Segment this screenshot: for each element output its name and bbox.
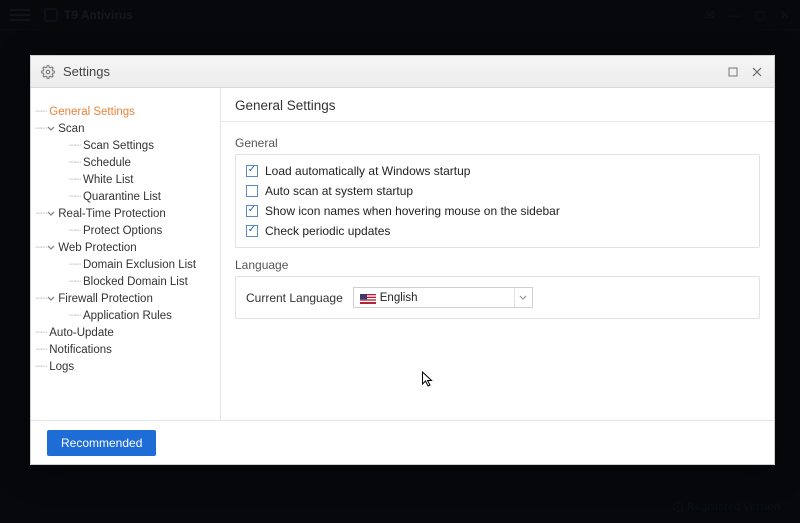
tree-node[interactable]: ┈┈Schedule [35, 155, 214, 170]
tree-node[interactable]: ┈┈Application Rules [35, 308, 214, 323]
recommended-button[interactable]: Recommended [47, 430, 156, 456]
tree-node-label: Firewall Protection [55, 293, 153, 305]
general-group: General Load automatically at Windows st… [235, 136, 760, 248]
checkbox-row: Load automatically at Windows startup [246, 161, 749, 181]
language-dropdown[interactable]: English [353, 287, 533, 308]
tree-node[interactable]: ┈┈Quarantine List [35, 189, 214, 204]
language-group-title: Language [235, 258, 760, 276]
modal-close-button[interactable] [750, 65, 764, 79]
tree-node[interactable]: ┈┈Notifications [35, 342, 214, 357]
tree-node-label: Schedule [80, 157, 131, 169]
tree-node-label: Domain Exclusion List [80, 259, 196, 271]
tree-node[interactable]: ┈┈Scan [35, 121, 214, 136]
tree-node-label: Quarantine List [80, 191, 161, 203]
checkbox-label: Check periodic updates [265, 224, 390, 238]
checkbox[interactable] [246, 185, 258, 197]
settings-tree: ┈┈General Settings ┈┈Scan ┈┈Scan Settings… [35, 103, 214, 375]
content-header: General Settings [221, 88, 774, 122]
tree-node[interactable]: ┈┈Domain Exclusion List [35, 257, 214, 272]
tree-node[interactable]: ┈┈Scan Settings [35, 138, 214, 153]
chevron-down-icon[interactable] [46, 294, 55, 303]
tree-node-label: Scan [55, 123, 84, 135]
tree-node[interactable]: ┈┈Web Protection [35, 240, 214, 255]
tree-node-label: Notifications [46, 344, 112, 356]
chevron-down-icon[interactable] [46, 124, 55, 133]
tree-node-label: Application Rules [80, 310, 172, 322]
settings-modal: Settings ┈┈General Settings ┈┈Scan ┈┈Scan… [30, 55, 775, 465]
chevron-down-icon[interactable] [46, 209, 55, 218]
tree-node-label: Logs [46, 361, 74, 373]
gear-icon [41, 65, 55, 79]
chevron-down-icon[interactable] [46, 243, 55, 252]
checkbox[interactable] [246, 165, 258, 177]
tree-node[interactable]: ┈┈Auto-Update [35, 325, 214, 340]
page-title: General Settings [235, 98, 760, 113]
tree-node-label: White List [80, 174, 134, 186]
checkbox-row: Auto scan at system startup [246, 181, 749, 201]
tree-node-label: Scan Settings [80, 140, 154, 152]
tree-node[interactable]: ┈┈White List [35, 172, 214, 187]
general-group-title: General [235, 136, 760, 154]
tree-node[interactable]: ┈┈Firewall Protection [35, 291, 214, 306]
tree-node[interactable]: ┈┈Logs [35, 359, 214, 374]
tree-node-label: General Settings [46, 106, 135, 118]
checkbox-label: Load automatically at Windows startup [265, 164, 470, 178]
tree-node-label: Auto-Update [46, 327, 114, 339]
checkbox-row: Show icon names when hovering mouse on t… [246, 201, 749, 221]
flag-us-icon [360, 293, 376, 303]
checkbox-label: Auto scan at system startup [265, 184, 413, 198]
tree-node[interactable]: ┈┈General Settings [35, 104, 214, 119]
tree-node-label: Blocked Domain List [80, 276, 188, 288]
checkbox[interactable] [246, 205, 258, 217]
tree-node-label: Real-Time Protection [55, 208, 166, 220]
modal-maximize-button[interactable] [726, 65, 740, 79]
language-value: English [380, 292, 514, 304]
checkbox-row: Check periodic updates [246, 221, 749, 241]
modal-titlebar: Settings [31, 56, 774, 88]
tree-node-label: Protect Options [80, 225, 162, 237]
settings-content: General Settings General Load automatica… [221, 88, 774, 420]
language-label: Current Language [246, 291, 343, 305]
tree-node[interactable]: ┈┈Real-Time Protection [35, 206, 214, 221]
checkbox-label: Show icon names when hovering mouse on t… [265, 204, 560, 218]
tree-node-label: Web Protection [55, 242, 136, 254]
tree-node[interactable]: ┈┈Protect Options [35, 223, 214, 238]
chevron-down-icon [514, 288, 532, 307]
tree-node[interactable]: ┈┈Blocked Domain List [35, 274, 214, 289]
language-group: Language Current Language [235, 258, 760, 319]
modal-title: Settings [63, 64, 110, 79]
settings-sidebar: ┈┈General Settings ┈┈Scan ┈┈Scan Settings… [31, 88, 221, 420]
checkbox[interactable] [246, 225, 258, 237]
modal-footer: Recommended [31, 420, 774, 464]
